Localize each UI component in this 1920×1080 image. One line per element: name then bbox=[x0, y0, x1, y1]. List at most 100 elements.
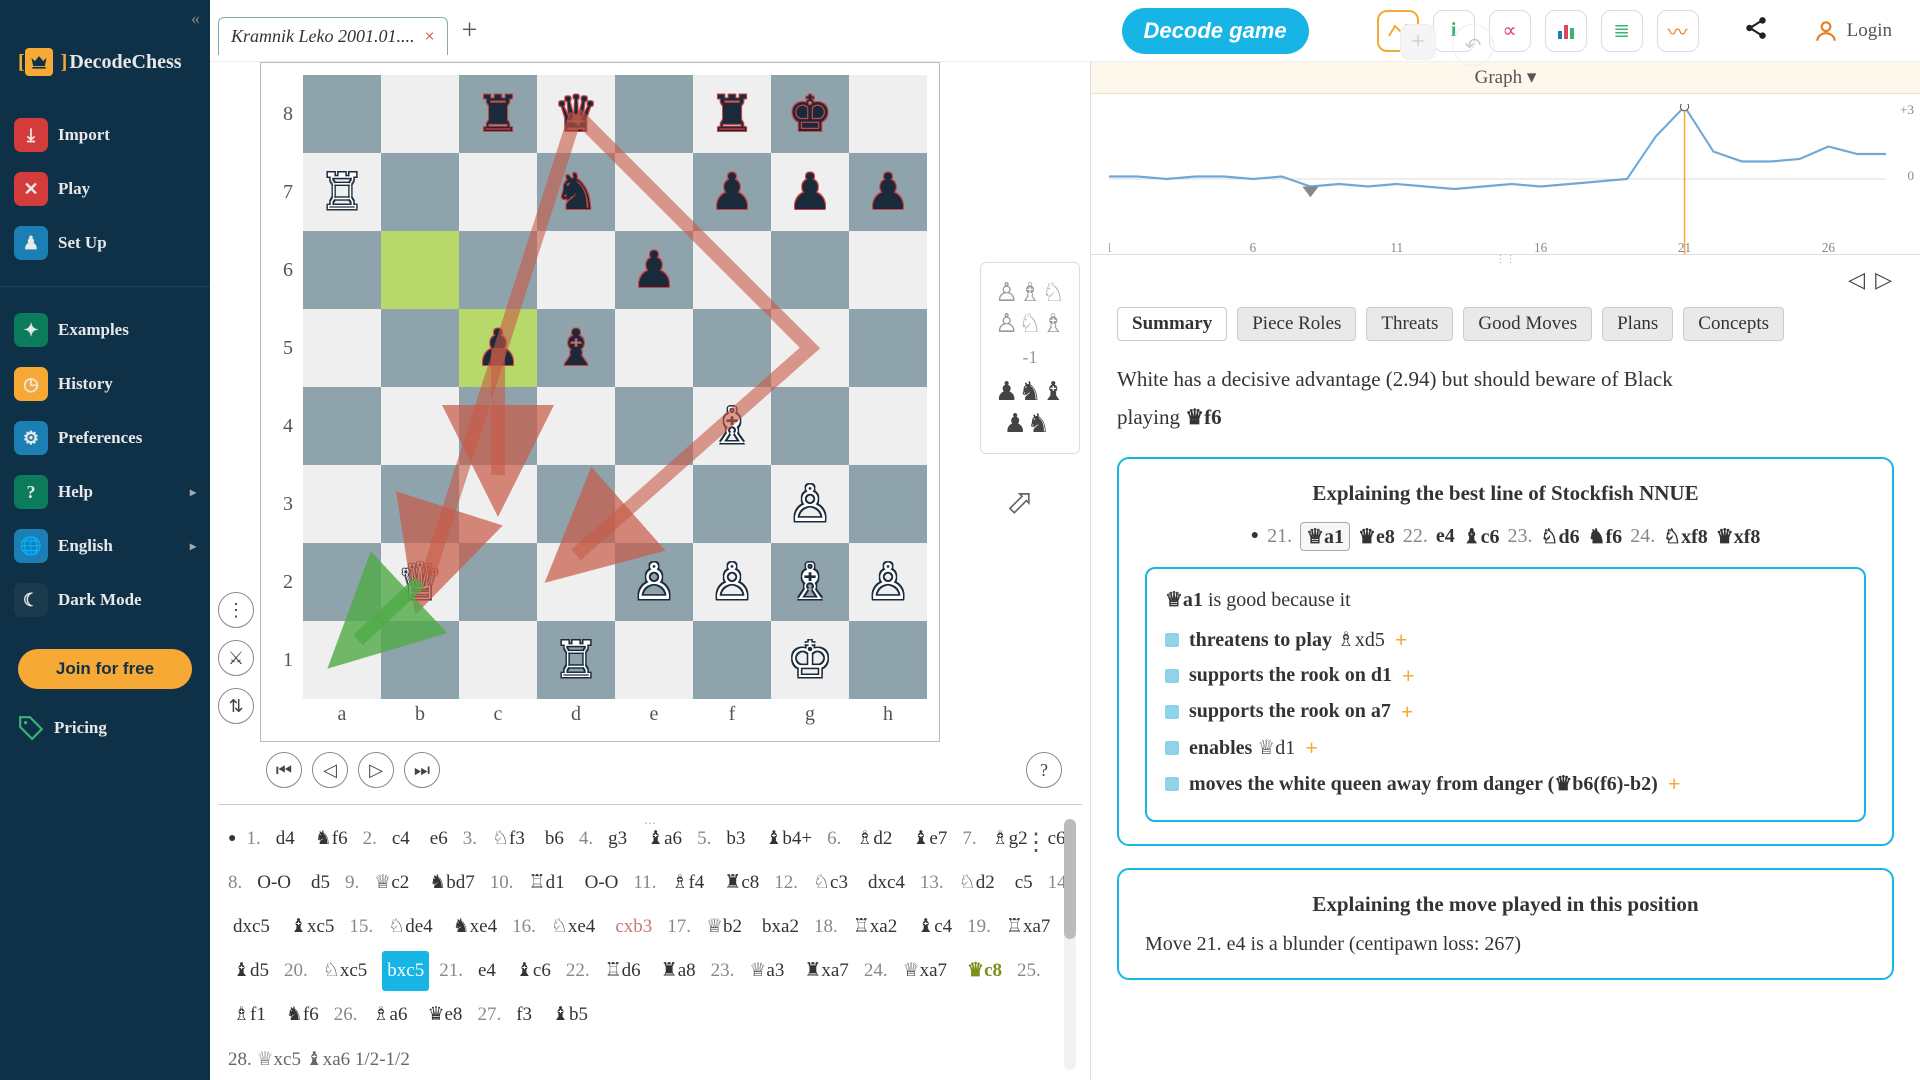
square-f3[interactable] bbox=[693, 465, 771, 543]
square-b3[interactable] bbox=[381, 465, 459, 543]
undo-icon[interactable]: ↶ bbox=[1452, 24, 1494, 66]
move[interactable]: e6 bbox=[425, 819, 453, 859]
move[interactable]: dxc5 bbox=[228, 907, 275, 947]
square-f4[interactable]: ♗ bbox=[693, 387, 771, 465]
square-b1[interactable] bbox=[381, 621, 459, 699]
reason-item[interactable]: enables ♕d1+ bbox=[1165, 730, 1846, 766]
square-c1[interactable] bbox=[459, 621, 537, 699]
sidebar-import[interactable]: ⤓Import bbox=[0, 108, 210, 162]
square-b6[interactable] bbox=[381, 231, 459, 309]
sidebar-pricing[interactable]: Pricing bbox=[0, 703, 210, 753]
square-c2[interactable] bbox=[459, 543, 537, 621]
square-d1[interactable]: ♖ bbox=[537, 621, 615, 699]
nav-last-icon[interactable]: ⏭ bbox=[404, 752, 440, 788]
sidebar-setup[interactable]: ♟Set Up bbox=[0, 216, 210, 270]
square-g7[interactable]: ♟ bbox=[771, 153, 849, 231]
move[interactable]: bxa2 bbox=[757, 907, 804, 947]
move[interactable]: ♛e8 bbox=[422, 995, 467, 1035]
square-c8[interactable]: ♜ bbox=[459, 75, 537, 153]
square-b8[interactable] bbox=[381, 75, 459, 153]
move[interactable]: ♖d1 bbox=[524, 863, 570, 903]
square-b5[interactable] bbox=[381, 309, 459, 387]
reason-item[interactable]: moves the white queen away from danger (… bbox=[1165, 766, 1846, 802]
help-icon[interactable]: ? bbox=[1026, 752, 1062, 788]
square-h3[interactable] bbox=[849, 465, 927, 543]
move[interactable]: ♞xe4 bbox=[448, 907, 502, 947]
move[interactable]: d4 bbox=[271, 819, 300, 859]
move[interactable]: ♘xe4 bbox=[546, 907, 600, 947]
move[interactable]: ♕b2 bbox=[701, 907, 747, 947]
square-h5[interactable] bbox=[849, 309, 927, 387]
square-a2[interactable] bbox=[303, 543, 381, 621]
nav-next-icon[interactable]: ▷ bbox=[358, 752, 394, 788]
move[interactable]: d5 bbox=[306, 863, 335, 903]
square-e8[interactable] bbox=[615, 75, 693, 153]
square-h8[interactable] bbox=[849, 75, 927, 153]
square-d7[interactable]: ♞ bbox=[537, 153, 615, 231]
square-a8[interactable] bbox=[303, 75, 381, 153]
cursor-icon[interactable]: ⬀ bbox=[1006, 482, 1035, 522]
decode-button[interactable]: Decode game bbox=[1122, 8, 1309, 54]
move[interactable]: ♗d2 bbox=[851, 819, 897, 859]
move[interactable]: ♜a8 bbox=[656, 951, 701, 991]
square-d6[interactable] bbox=[537, 231, 615, 309]
sidebar-help[interactable]: ?Help▸ bbox=[0, 465, 210, 519]
square-c3[interactable] bbox=[459, 465, 537, 543]
move[interactable]: ♜c8 bbox=[719, 863, 764, 903]
square-f7[interactable]: ♟ bbox=[693, 153, 771, 231]
step-prev-icon[interactable]: ◁ bbox=[1848, 267, 1865, 293]
square-h6[interactable] bbox=[849, 231, 927, 309]
square-f5[interactable] bbox=[693, 309, 771, 387]
best-move[interactable]: ♘xf8 bbox=[1663, 524, 1708, 549]
move[interactable]: ♝xc5 bbox=[285, 907, 339, 947]
tab-plans[interactable]: Plans bbox=[1602, 307, 1673, 341]
square-a4[interactable] bbox=[303, 387, 381, 465]
login-button[interactable]: Login bbox=[1813, 18, 1892, 44]
square-f1[interactable] bbox=[693, 621, 771, 699]
square-c7[interactable] bbox=[459, 153, 537, 231]
square-d3[interactable] bbox=[537, 465, 615, 543]
best-move[interactable]: ♕a1 bbox=[1300, 522, 1350, 551]
add-tab-button[interactable]: + bbox=[462, 15, 478, 47]
sidebar-language[interactable]: 🌐English▸ bbox=[0, 519, 210, 573]
sidebar-history[interactable]: ◷History bbox=[0, 357, 210, 411]
square-e3[interactable] bbox=[615, 465, 693, 543]
share-icon[interactable] bbox=[1743, 15, 1769, 47]
move[interactable]: O-O bbox=[580, 863, 624, 903]
tab-good-moves[interactable]: Good Moves bbox=[1463, 307, 1592, 341]
square-b7[interactable] bbox=[381, 153, 459, 231]
expand-icon[interactable]: + bbox=[1395, 627, 1408, 653]
move[interactable]: cxb3 bbox=[610, 907, 657, 947]
square-e2[interactable]: ♙ bbox=[615, 543, 693, 621]
best-move[interactable]: e4 bbox=[1436, 525, 1455, 548]
tab-concepts[interactable]: Concepts bbox=[1683, 307, 1784, 341]
expand-icon[interactable]: + bbox=[1668, 771, 1681, 797]
square-h2[interactable]: ♙ bbox=[849, 543, 927, 621]
move[interactable]: ♛c8 bbox=[962, 951, 1007, 991]
move[interactable]: bxc5 bbox=[382, 951, 429, 991]
best-move[interactable]: ♝c6 bbox=[1463, 524, 1500, 549]
square-a7[interactable]: ♖ bbox=[303, 153, 381, 231]
bars-icon[interactable] bbox=[1545, 10, 1587, 52]
reason-item[interactable]: supports the rook on a7+ bbox=[1165, 694, 1846, 730]
square-e5[interactable] bbox=[615, 309, 693, 387]
step-next-icon[interactable]: ▷ bbox=[1875, 267, 1892, 293]
square-g8[interactable]: ♚ bbox=[771, 75, 849, 153]
move[interactable]: ♞f6 bbox=[310, 819, 353, 859]
best-move[interactable]: ♛xf8 bbox=[1716, 524, 1761, 549]
move[interactable]: dxc4 bbox=[863, 863, 910, 903]
scrollbar-thumb[interactable] bbox=[1064, 819, 1076, 939]
square-c5[interactable]: ♟ bbox=[459, 309, 537, 387]
move[interactable]: g3 bbox=[603, 819, 632, 859]
square-a1[interactable] bbox=[303, 621, 381, 699]
sidebar-darkmode[interactable]: ☾Dark Mode bbox=[0, 573, 210, 627]
board-swords-icon[interactable]: ⚔ bbox=[218, 640, 254, 676]
best-move[interactable]: ♞f6 bbox=[1588, 524, 1623, 549]
square-a5[interactable] bbox=[303, 309, 381, 387]
move[interactable]: ♕xa7 bbox=[898, 951, 952, 991]
square-f8[interactable]: ♜ bbox=[693, 75, 771, 153]
nav-first-icon[interactable]: ⏮ bbox=[266, 752, 302, 788]
move[interactable]: ♕c2 bbox=[369, 863, 414, 903]
square-h4[interactable] bbox=[849, 387, 927, 465]
board-flip-icon[interactable]: ⇅ bbox=[218, 688, 254, 724]
